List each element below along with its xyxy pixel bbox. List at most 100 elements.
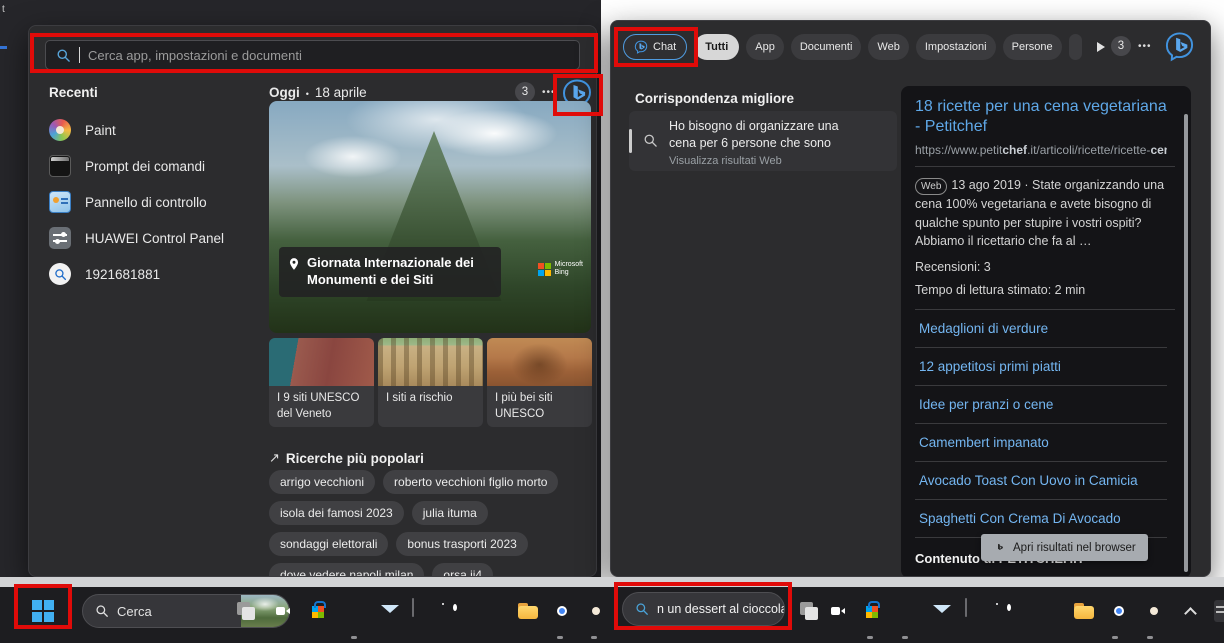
search-chip[interactable]: isola dei famosi 2023 [269,501,404,525]
taskbar-search-box-typed[interactable]: n un dessert al cioccolato? [622,592,785,626]
search-chip[interactable]: orsa jj4 [432,563,493,577]
related-link[interactable]: Idee per pranzi o cene [915,386,1167,424]
daily-hero-image[interactable]: Giornata Internazionale dei Monumenti e … [269,101,591,333]
start-button[interactable] [32,600,54,622]
desktop-artifact-text: t [2,4,5,15]
sliders-icon [49,227,71,249]
location-pin-icon [287,256,301,272]
microsoft-logo-icon [538,263,551,276]
related-link[interactable]: Avocado Toast Con Uovo in Camicia [915,462,1167,500]
result-snippet: Web13 ago 2019 · State organizzando una … [915,176,1169,251]
search-icon [635,602,649,616]
window-edge-strip [0,577,1224,587]
related-link[interactable]: 12 appetitosi primi piatti [915,348,1167,386]
recent-item-search-history[interactable]: 1921681881 [49,258,259,290]
related-link[interactable]: Medaglioni di verdure [915,310,1167,348]
search-chip[interactable]: arrigo vecchioni [269,470,375,494]
best-match-title: Corrispondenza migliore [635,91,794,106]
thumbnail-image-venice [269,338,374,386]
popular-searches-header: ↗ Ricerche più popolari [269,450,424,466]
result-read-time: Tempo di lettura stimato: 2 min [915,283,1175,297]
recent-section-title: Recenti [49,85,98,100]
search-icon [95,604,109,618]
daily-card[interactable]: I siti a rischio [378,338,483,427]
notification-badge[interactable]: 3 [1111,36,1131,56]
tray-icon-partial[interactable] [1214,600,1224,622]
result-reviews: Recensioni: 3 [915,260,1175,274]
content-item[interactable]: portata Principale - 18 Ricette Per Una … [915,566,1171,577]
tab-chat[interactable]: Chat [623,34,687,60]
tab-documenti[interactable]: Documenti [791,34,862,60]
divider [915,166,1175,167]
result-title-link[interactable]: 18 ricette per una cena vegetariana - Pe… [915,97,1167,138]
windows-logo-icon [32,600,54,622]
search-icon [56,48,71,63]
related-links-list: Medaglioni di verdure 12 appetitosi prim… [915,309,1175,538]
thumbnail-image-ruins [378,338,483,386]
best-match-result[interactable]: Ho bisogno di organizzare una cena per 6… [629,111,897,171]
tab-app[interactable]: App [746,34,784,60]
screen: t Cerca app, impostazioni e documenti Re… [0,0,1224,643]
search-chip[interactable]: sondaggi elettorali [269,532,388,556]
recent-item-paint[interactable]: Paint [49,114,259,146]
related-link[interactable]: Spaghetti Con Crema Di Avocado [915,500,1167,538]
notification-badge[interactable]: 3 [515,82,535,102]
running-indicator [867,636,873,639]
daily-header: Oggi • 18 aprile [269,85,367,100]
selection-indicator [629,129,632,153]
search-history-icon [49,263,71,285]
recent-item-command-prompt[interactable]: Prompt dei comandi [49,150,259,182]
running-indicator [557,636,563,639]
microsoft-bing-logo: MicrosoftBing [538,261,583,278]
tab-persone[interactable]: Persone [1003,34,1062,60]
search-chip[interactable]: dove vedere napoli milan [269,563,424,577]
search-input[interactable]: Cerca app, impostazioni e documenti [45,40,580,70]
desktop-artifact-mark [0,46,7,49]
search-chip[interactable]: julia ituma [412,501,488,525]
control-panel-icon [49,191,71,213]
result-url: https://www.petitchef.it/articoli/ricett… [915,143,1167,157]
web-badge: Web [915,178,947,195]
taskbar-search-box[interactable]: Cerca [82,594,290,628]
clipchamp-icon[interactable] [412,598,414,617]
date-value: 18 aprile [315,85,367,100]
search-chip[interactable]: bonus trasporti 2023 [396,532,527,556]
more-options-icon[interactable]: ••• [1138,41,1152,52]
recent-item-control-panel[interactable]: Pannello di controllo [49,186,259,218]
tab-web[interactable]: Web [868,34,908,60]
search-chip[interactable]: roberto vecchioni figlio morto [383,470,558,494]
date-separator: • [306,89,309,99]
daily-card[interactable]: I 9 siti UNESCO del Veneto [269,338,374,427]
bing-icon [993,541,1006,554]
filter-tabs: Chat Tutti App Documenti Web Impostazion… [623,33,1105,61]
scroll-tabs-right-icon[interactable] [1097,42,1105,52]
query-text: cena per 6 persone che sono [669,135,839,152]
clipchamp-icon[interactable] [965,598,967,617]
related-link[interactable]: Camembert impanato [915,424,1167,462]
daily-card[interactable]: I più bei siti UNESCO [487,338,592,427]
thumbnail-image-petra [487,338,592,386]
query-text: Ho bisogno di organizzare una [669,118,839,135]
tab-impostazioni[interactable]: Impostazioni [916,34,996,60]
tab-partial[interactable] [1069,34,1082,60]
hero-caption: Giornata Internazionale dei Monumenti e … [279,247,501,297]
tab-tutti[interactable]: Tutti [694,34,739,60]
taskbar-search-value: n un dessert al cioccolato? [657,602,785,616]
taskbar-search-label: Cerca [117,604,233,619]
search-flyout-panel: Cerca app, impostazioni e documenti Rece… [28,25,597,577]
bing-icon[interactable] [1164,31,1195,62]
trending-icon: ↗ [269,450,280,466]
web-result-card: 18 ricette per una cena vegetariana - Pe… [901,86,1191,577]
scrollbar[interactable] [1184,114,1188,572]
search-placeholder: Cerca app, impostazioni e documenti [88,48,302,63]
command-prompt-icon [49,155,71,177]
recent-item-huawei-control-panel[interactable]: HUAWEI Control Panel [49,222,259,254]
search-results-panel: Chat Tutti App Documenti Web Impostazion… [610,20,1211,577]
best-match-action: Visualizza risultati Web [669,154,839,169]
date-prefix: Oggi [269,85,300,100]
bing-chat-icon [634,40,648,54]
running-indicator [351,636,357,639]
more-options-icon[interactable]: ••• [542,87,556,98]
running-indicator [1112,636,1118,639]
running-indicator [591,636,597,639]
